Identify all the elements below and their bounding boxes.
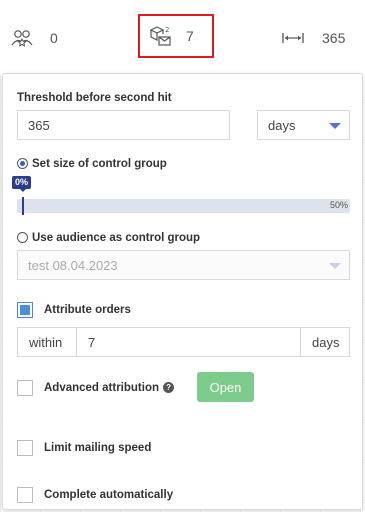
threshold-unit-select[interactable]: days [257, 110, 350, 140]
slider-tooltip: 0% [12, 176, 32, 192]
within-value-input[interactable]: 7 [88, 335, 95, 350]
complete-auto-checkbox[interactable] [17, 487, 33, 503]
advanced-attribution-checkbox[interactable] [17, 380, 33, 396]
audience-value: test 08.04.2023 [28, 257, 118, 273]
range-value: 365 [322, 30, 346, 46]
threshold-unit: days [268, 117, 296, 133]
control-size-slider[interactable]: 50% [17, 197, 350, 215]
attribute-orders-checkbox[interactable] [17, 302, 33, 318]
slider-max-label: 50% [329, 200, 348, 210]
field-divider [300, 328, 301, 356]
threshold-label: Threshold before second hit [17, 92, 172, 104]
within-label: within [29, 335, 63, 350]
complete-auto-label: Complete automatically [44, 489, 174, 501]
help-icon[interactable]: ? [163, 382, 175, 394]
advanced-attribution-row: Advanced attribution? [44, 382, 175, 394]
users-stat[interactable]: 0 [10, 22, 58, 54]
threshold-input[interactable]: 365 [17, 110, 230, 140]
audience-control-label: Use audience as control group [32, 232, 201, 244]
open-button[interactable]: Open [197, 372, 254, 402]
chevron-down-icon [329, 123, 341, 129]
svg-text:2: 2 [165, 26, 169, 34]
attribution-window-group: within 7 days [17, 327, 350, 357]
control-size-radio[interactable] [17, 158, 28, 169]
control-size-label: Set size of control group [32, 158, 167, 170]
attribute-orders-label: Attribute orders [44, 304, 131, 316]
field-divider [76, 328, 77, 356]
limit-speed-label: Limit mailing speed [44, 442, 152, 454]
settings-panel: Threshold before second hit 365 days Set… [2, 73, 363, 510]
users-count: 0 [50, 30, 58, 46]
audience-select[interactable]: test 08.04.2023 [17, 250, 350, 280]
threshold-value: 365 [28, 117, 50, 133]
audience-control-radio[interactable] [17, 232, 28, 243]
width-range-icon [282, 33, 304, 43]
limit-speed-checkbox[interactable] [17, 440, 33, 456]
orders-stat[interactable]: 2 7 [138, 14, 214, 58]
stats-bar: 0 2 7 365 [0, 0, 365, 75]
range-stat[interactable]: 365 [282, 22, 345, 54]
within-unit: days [312, 335, 340, 350]
users-icon [11, 30, 33, 47]
chevron-down-icon [329, 263, 341, 269]
advanced-attribution-label: Advanced attribution [44, 382, 160, 394]
slider-handle[interactable] [22, 197, 24, 215]
orders-icon: 2 [149, 26, 171, 46]
orders-count: 7 [186, 28, 194, 44]
